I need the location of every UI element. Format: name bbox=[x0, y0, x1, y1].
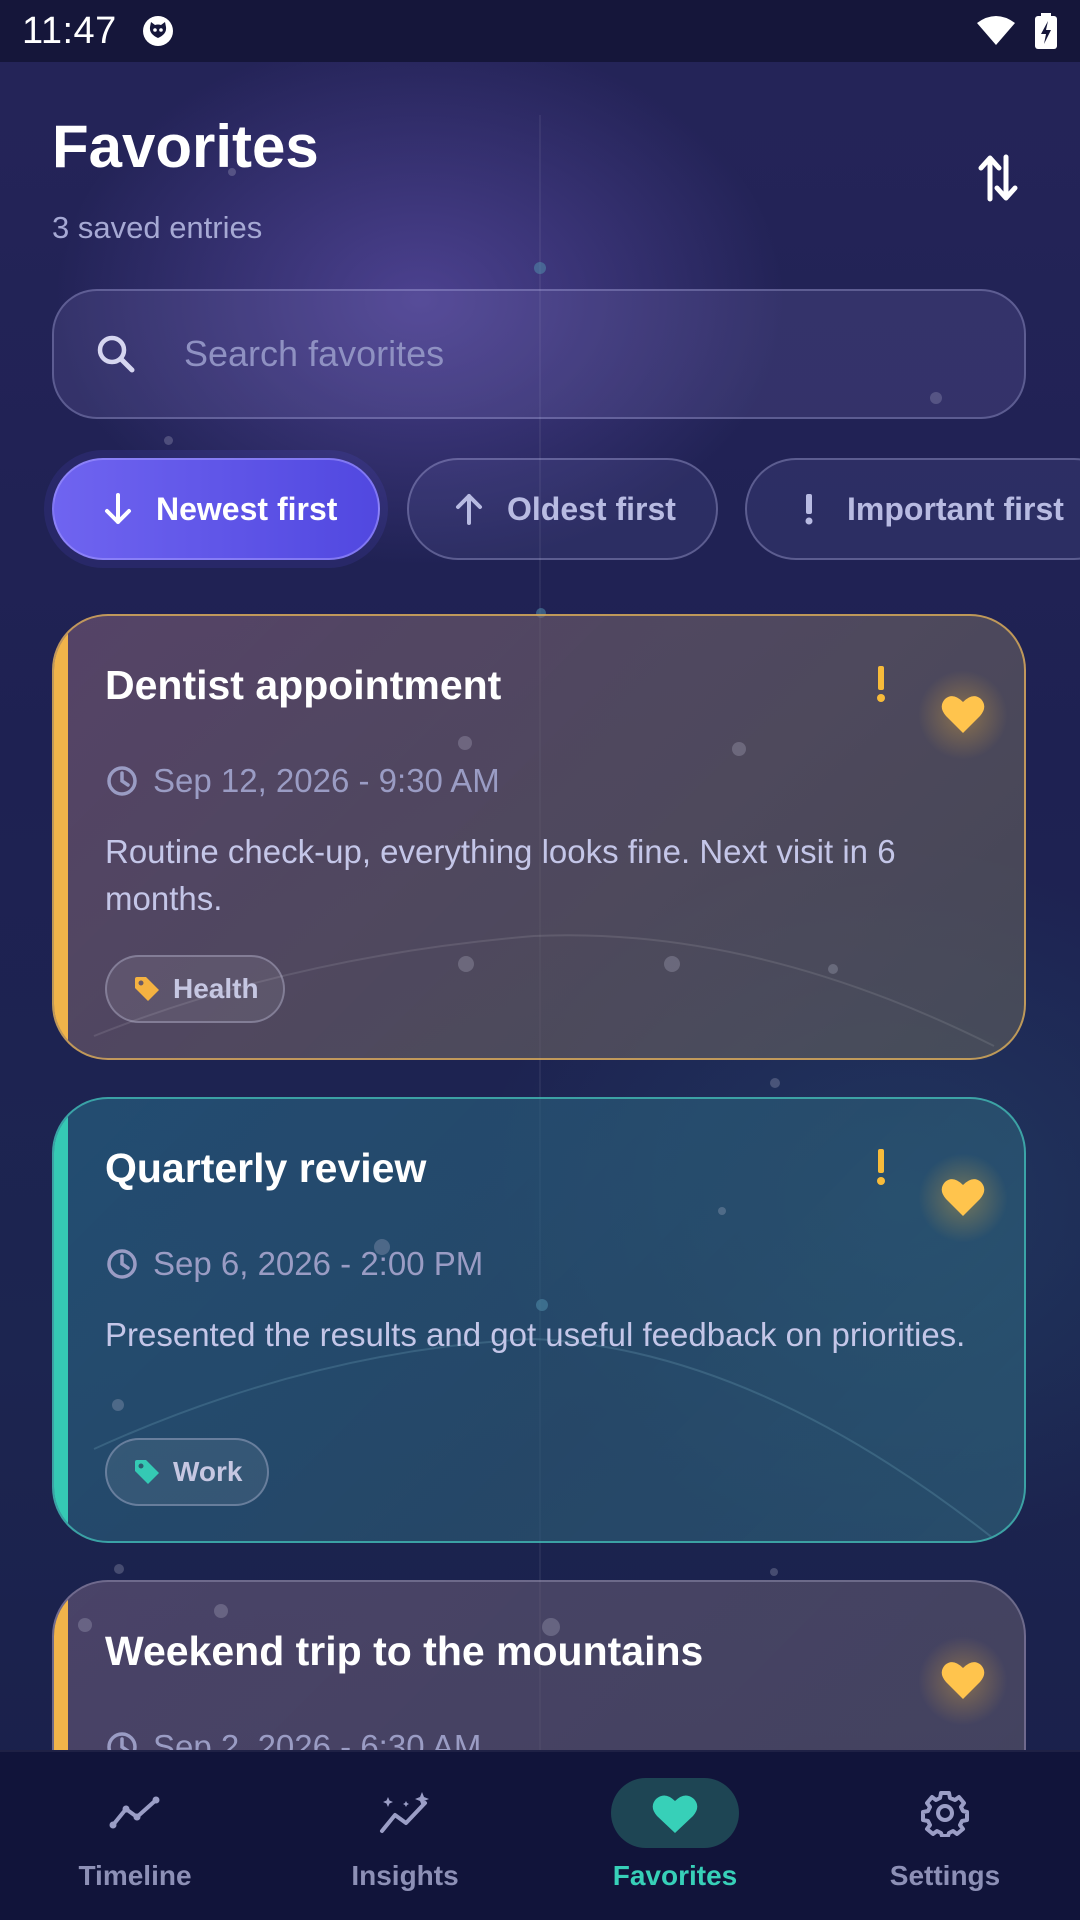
nav-item-favorites[interactable]: Favorites bbox=[540, 1752, 810, 1920]
clock-icon bbox=[107, 766, 137, 796]
entry-tag-label: Work bbox=[173, 1456, 243, 1487]
exclamation-icon bbox=[805, 494, 813, 525]
card-particle bbox=[536, 1299, 548, 1311]
nav-label: Favorites bbox=[612, 1860, 738, 1891]
background-particle bbox=[114, 1564, 124, 1574]
background-particle bbox=[534, 262, 546, 274]
important-icon bbox=[877, 666, 885, 702]
nav-label: Timeline bbox=[78, 1860, 192, 1891]
entry-body: Routine check-up, everything looks fine.… bbox=[105, 833, 896, 917]
card-particle bbox=[214, 1604, 228, 1618]
entry-date-text: Sep 6, 2026 - 2:00 PM bbox=[153, 1245, 484, 1282]
wifi-icon bbox=[977, 16, 1015, 45]
entry-title: Dentist appointment bbox=[105, 662, 502, 708]
sort-chip-important[interactable]: Important first bbox=[745, 458, 1080, 560]
search-bar[interactable] bbox=[52, 289, 1026, 419]
favorite-entry-card[interactable]: Quarterly review Sep 6, 2026 - 2:00 PM P… bbox=[52, 1097, 1026, 1543]
entry-date: Sep 6, 2026 - 2:00 PM bbox=[105, 1245, 483, 1283]
entry-body: Presented the results and got useful fee… bbox=[105, 1316, 966, 1353]
timeline-icon bbox=[109, 1796, 160, 1829]
card-particle bbox=[112, 1399, 124, 1411]
search-icon bbox=[97, 335, 135, 373]
page-title: Favorites bbox=[52, 113, 319, 180]
sort-chip-label: Newest first bbox=[156, 490, 338, 527]
tag-icon bbox=[135, 977, 159, 1001]
entry-tag[interactable]: Work bbox=[105, 1438, 269, 1506]
gear-icon bbox=[921, 1791, 969, 1837]
sort-chip-label: Oldest first bbox=[507, 490, 676, 527]
card-particle bbox=[718, 1207, 726, 1215]
status-time: 11:47 bbox=[22, 9, 117, 52]
entry-date-text: Sep 12, 2026 - 9:30 AM bbox=[153, 762, 500, 799]
favorite-entry-card[interactable]: Dentist appointment Sep 12, 2026 - 9:30 … bbox=[52, 614, 1026, 1060]
card-particle bbox=[458, 736, 472, 750]
bottom-navigation: Timeline Insights Favorites Settings bbox=[0, 1750, 1080, 1920]
tag-icon bbox=[135, 1460, 159, 1484]
sort-toggle-button[interactable] bbox=[970, 150, 1026, 206]
entry-count: 3 saved entries bbox=[52, 210, 263, 245]
nav-label: Insights bbox=[351, 1860, 459, 1891]
sort-chip-newest[interactable]: Newest first bbox=[52, 458, 380, 560]
nav-item-settings[interactable]: Settings bbox=[810, 1752, 1080, 1920]
card-particle bbox=[374, 1239, 390, 1255]
swap-vertical-icon bbox=[978, 154, 1018, 202]
nav-item-insights[interactable]: Insights bbox=[270, 1752, 540, 1920]
background-particle bbox=[770, 1078, 780, 1088]
nav-label: Settings bbox=[889, 1860, 1001, 1891]
search-input[interactable] bbox=[184, 333, 884, 375]
heart-icon bbox=[652, 1795, 698, 1833]
card-particle bbox=[828, 964, 838, 974]
card-particle bbox=[664, 956, 680, 972]
favorite-heart-icon[interactable] bbox=[939, 1656, 987, 1704]
card-particle bbox=[732, 742, 746, 756]
notification-cat-icon bbox=[142, 16, 173, 46]
nav-item-timeline[interactable]: Timeline bbox=[0, 1752, 270, 1920]
card-particle bbox=[78, 1618, 92, 1632]
favorite-heart-icon[interactable] bbox=[939, 690, 987, 738]
battery-charging-icon bbox=[1035, 13, 1057, 49]
card-particle bbox=[458, 956, 474, 972]
sort-chip-label: Important first bbox=[847, 490, 1064, 527]
entry-tag-label: Health bbox=[173, 973, 259, 1004]
favorite-heart-icon[interactable] bbox=[939, 1173, 987, 1221]
arrow-up-icon bbox=[456, 494, 482, 525]
important-icon bbox=[877, 1149, 885, 1185]
clock-icon bbox=[107, 1249, 137, 1279]
entry-tag[interactable]: Health bbox=[105, 955, 285, 1023]
entry-date: Sep 12, 2026 - 9:30 AM bbox=[105, 762, 500, 800]
card-particle bbox=[542, 1618, 560, 1636]
sort-chip-oldest[interactable]: Oldest first bbox=[407, 458, 718, 560]
background-particle bbox=[770, 1568, 778, 1576]
entry-title: Weekend trip to the mountains bbox=[105, 1628, 704, 1674]
background-particle bbox=[164, 436, 173, 445]
insights-icon bbox=[380, 1792, 429, 1833]
status-bar: 11:47 bbox=[0, 0, 1080, 62]
arrow-down-icon bbox=[105, 493, 131, 524]
entry-title: Quarterly review bbox=[105, 1145, 427, 1191]
